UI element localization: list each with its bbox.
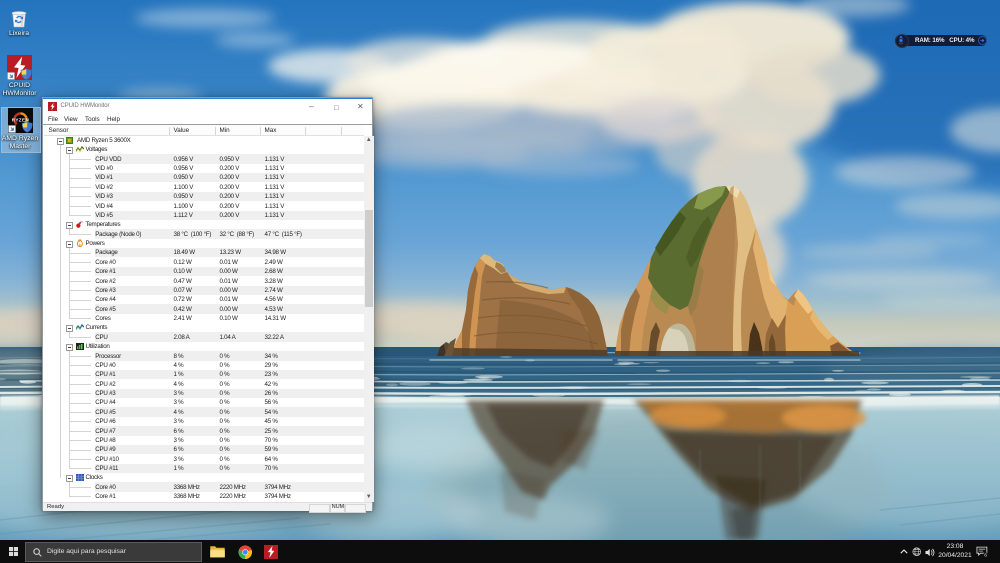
svg-text:6: 6 xyxy=(984,552,987,557)
